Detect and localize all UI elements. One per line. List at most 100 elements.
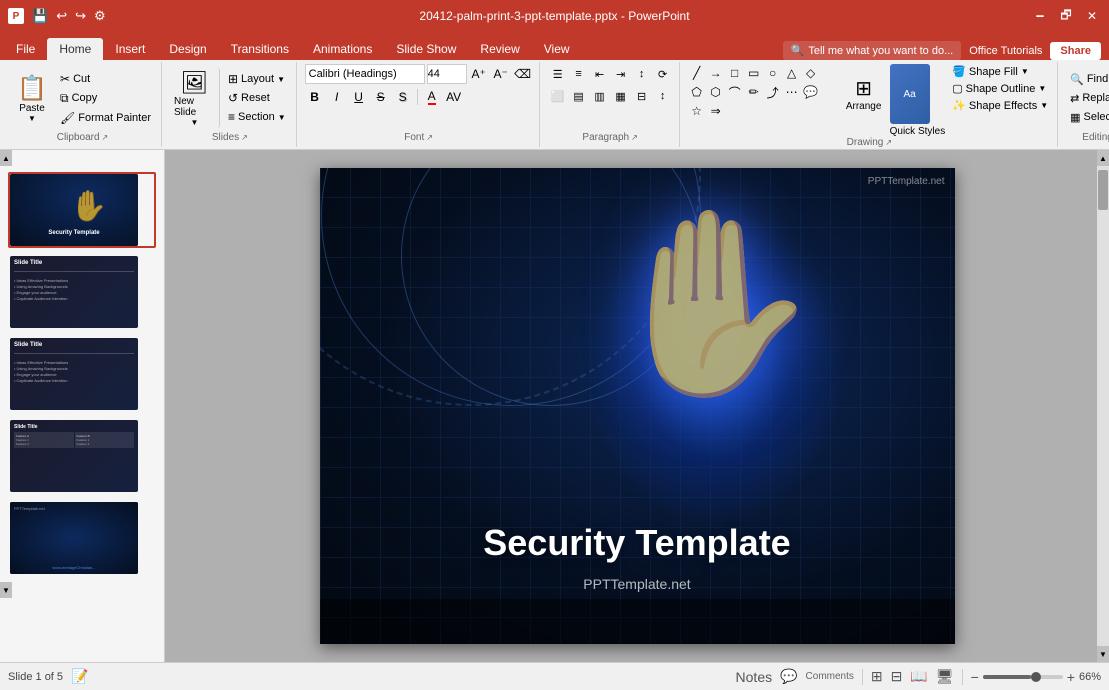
slide-thumbnail-3[interactable]: 3 Slide Title • Ideas Effective Presenta…	[8, 336, 156, 412]
undo-icon[interactable]: ↩	[54, 6, 69, 26]
shape-line[interactable]: ╱	[688, 64, 706, 82]
decrease-indent-button[interactable]: ⇤	[590, 64, 610, 84]
tab-review[interactable]: Review	[468, 38, 531, 60]
underline-button[interactable]: U	[349, 87, 369, 107]
customize-icon[interactable]: ⚙	[92, 6, 108, 26]
slide-thumbnail-4[interactable]: 4 Slide Title Feature A Feature 1 Featur…	[8, 418, 156, 494]
tab-transitions[interactable]: Transitions	[219, 38, 301, 60]
slide-panel-scroll-down[interactable]: ▼	[0, 582, 12, 598]
clear-format-button[interactable]: ⌫	[513, 64, 533, 84]
shape-more[interactable]: ⋯	[783, 83, 801, 101]
text-direction-button[interactable]: ↕	[632, 64, 652, 84]
shape-oval[interactable]: ○	[764, 64, 782, 82]
zoom-in-button[interactable]: +	[1067, 669, 1075, 685]
scroll-up-btn[interactable]: ▲	[1097, 150, 1109, 166]
shape-triangle[interactable]: △	[783, 64, 801, 82]
scroll-thumb[interactable]	[1098, 170, 1108, 210]
shape-hexagon[interactable]: ⬡	[707, 83, 725, 101]
normal-view-button[interactable]: ⊞	[871, 668, 883, 685]
align-center-button[interactable]: ▤	[569, 86, 589, 106]
zoom-slider[interactable]	[983, 675, 1063, 679]
slide-sorter-button[interactable]: ⊟	[891, 668, 903, 685]
shape-callout[interactable]: 💬	[802, 83, 820, 101]
shadow-button[interactable]: S	[393, 87, 413, 107]
font-expand-icon[interactable]: ↗	[426, 133, 433, 142]
slide-thumbnail-2[interactable]: 2 Slide Title • Ideas Effective Presenta…	[8, 254, 156, 330]
shape-rect[interactable]: □	[726, 64, 744, 82]
canvas-scrollbar[interactable]: ▲ ▼	[1097, 150, 1109, 662]
line-spacing-button[interactable]: ↕	[653, 86, 673, 106]
redo-icon[interactable]: ↪	[73, 6, 88, 26]
bold-button[interactable]: B	[305, 87, 325, 107]
restore-button[interactable]: 🗗	[1057, 7, 1075, 25]
numbering-button[interactable]: ≡	[569, 64, 589, 84]
tell-me-input[interactable]: 🔍 Tell me what you want to do...	[783, 41, 962, 60]
find-button[interactable]: 🔍 Find	[1066, 71, 1109, 88]
shape-arrow[interactable]: →	[707, 64, 725, 82]
columns-button[interactable]: ⊟	[632, 86, 652, 106]
shape-arrow2[interactable]: ⇒	[707, 102, 725, 120]
increase-font-button[interactable]: A⁺	[469, 64, 489, 84]
font-size-input[interactable]	[427, 64, 467, 84]
shape-freeform[interactable]: ✏	[745, 83, 763, 101]
shape-pentagon[interactable]: ⬠	[688, 83, 706, 101]
slide-main-title[interactable]: Security Template	[320, 522, 955, 564]
italic-button[interactable]: I	[327, 87, 347, 107]
tab-slideshow[interactable]: Slide Show	[384, 38, 468, 60]
paste-button[interactable]: 📋 Paste ▼	[10, 68, 54, 128]
slides-expand-icon[interactable]: ↗	[241, 133, 248, 142]
tab-insert[interactable]: Insert	[103, 38, 157, 60]
reset-button[interactable]: ↺ Reset	[224, 89, 290, 107]
arrange-button[interactable]: ⊞ Arrange	[842, 64, 886, 124]
paragraph-expand-icon[interactable]: ↗	[631, 133, 638, 142]
drawing-expand-icon[interactable]: ↗	[885, 138, 892, 147]
section-button[interactable]: ≡ Section ▼	[224, 108, 290, 126]
format-painter-button[interactable]: 🖌 Format Painter	[56, 109, 155, 127]
quick-styles-button[interactable]: Aa	[890, 64, 930, 124]
presenter-view-button[interactable]: 🖥	[936, 668, 954, 685]
shape-outline-button[interactable]: ▢ Shape Outline ▼	[949, 81, 1051, 96]
shape-effects-button[interactable]: ✨ Shape Effects ▼	[949, 98, 1051, 113]
comments-button[interactable]: 💬	[780, 668, 797, 685]
char-spacing-button[interactable]: AV	[444, 87, 464, 107]
new-slide-button[interactable]: 🖼 New Slide ▼	[170, 68, 220, 128]
convert-smartart-button[interactable]: ⟳	[653, 64, 673, 84]
close-button[interactable]: ✕	[1083, 7, 1101, 25]
slide-notes-icon[interactable]: 📝	[71, 668, 88, 685]
strikethrough-button[interactable]: S	[371, 87, 391, 107]
layout-button[interactable]: ⊞ Layout ▼	[224, 70, 290, 88]
align-left-button[interactable]: ⬜	[548, 86, 568, 106]
zoom-slider-thumb[interactable]	[1031, 672, 1041, 682]
shape-curve[interactable]: ⌒	[726, 83, 744, 101]
cut-button[interactable]: ✂ Cut	[56, 70, 155, 88]
copy-button[interactable]: ⧉ Copy	[56, 89, 155, 108]
justify-button[interactable]: ▦	[611, 86, 631, 106]
replace-button[interactable]: ⇄ Replace	[1066, 90, 1109, 107]
slide-panel-scroll-up[interactable]: ▲	[0, 150, 12, 166]
increase-indent-button[interactable]: ⇥	[611, 64, 631, 84]
align-right-button[interactable]: ▥	[590, 86, 610, 106]
tab-design[interactable]: Design	[157, 38, 218, 60]
slide-thumbnail-1[interactable]: 1 Security Template ✋	[8, 172, 156, 248]
tab-file[interactable]: File	[4, 38, 47, 60]
share-button[interactable]: Share	[1050, 42, 1101, 60]
shape-diamond[interactable]: ◇	[802, 64, 820, 82]
tab-animations[interactable]: Animations	[301, 38, 384, 60]
clipboard-expand-icon[interactable]: ↗	[102, 133, 109, 142]
slide-thumbnail-5[interactable]: 5 PPTTemplate.net www.heritageChristian.…	[8, 500, 156, 576]
minimize-button[interactable]: 🗕	[1031, 7, 1049, 25]
tab-home[interactable]: Home	[47, 38, 103, 60]
shape-connector[interactable]: ⤴	[764, 83, 782, 101]
decrease-font-button[interactable]: A⁻	[491, 64, 511, 84]
reading-view-button[interactable]: 📖	[910, 668, 927, 685]
shape-fill-button[interactable]: 🪣 Shape Fill ▼	[949, 64, 1051, 79]
zoom-level[interactable]: 66%	[1079, 671, 1101, 683]
tab-view[interactable]: View	[532, 38, 582, 60]
office-tutorials-link[interactable]: Office Tutorials	[969, 45, 1042, 57]
bullets-button[interactable]: ☰	[548, 64, 568, 84]
notes-button[interactable]: Notes	[736, 669, 773, 685]
shape-rounded-rect[interactable]: ▭	[745, 64, 763, 82]
save-icon[interactable]: 💾	[30, 6, 50, 26]
select-button[interactable]: ▦ Select ▼	[1066, 109, 1109, 126]
font-name-input[interactable]	[305, 64, 425, 84]
